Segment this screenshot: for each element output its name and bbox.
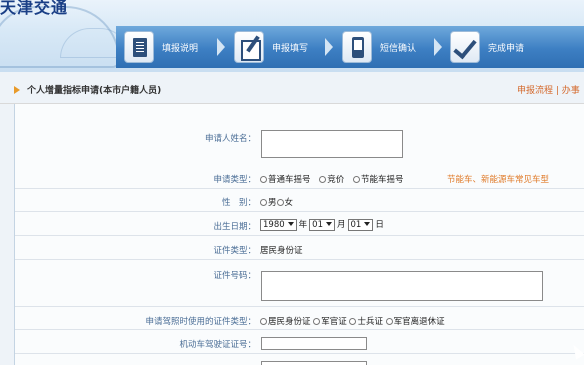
row-license-id-type: 申请驾照时使用的证件类型： 居民身份证 军官证 士兵证 军官离退休证: [15, 307, 584, 330]
license-id-type-options: 居民身份证 军官证 士兵证 军官离退休证: [260, 315, 445, 327]
step-label: 短信确认: [380, 44, 417, 54]
site-logo: 天津交通: [0, 0, 69, 17]
row-birth-date: 出生日期： 1980 年 01 月 01 日: [15, 212, 584, 236]
radio-option[interactable]: 士兵证: [349, 317, 383, 327]
radio-label: 普通车摇号: [268, 175, 311, 185]
radio-button[interactable]: [260, 318, 267, 325]
radio-label: 军官离退休证: [393, 317, 445, 327]
radio-button[interactable]: [260, 199, 267, 206]
application-type-options: 普通车摇号 竞价 节能车摇号: [260, 173, 409, 185]
birth-date-selects: 1980 年 01 月 01 日: [260, 218, 386, 231]
process-link[interactable]: 申报流程 | 办事: [517, 83, 580, 96]
radio-label: 节能车摇号: [360, 175, 404, 185]
section-header: 个人增量指标申请(本市户籍人员) 申报流程 | 办事: [0, 80, 584, 100]
row-application-type: 申请类型： 普通车摇号 竞价 节能车摇号 节能车、新能源车常见车型: [15, 164, 584, 189]
birth-date-label: 出生日期：: [213, 222, 256, 232]
radio-option[interactable]: 节能车摇号: [352, 175, 404, 185]
radio-label: 居民身份证: [268, 317, 311, 327]
radio-label: 男: [268, 198, 277, 208]
form-left-border: [14, 104, 15, 365]
radio-option[interactable]: 男: [260, 198, 277, 208]
step-label: 填报说明: [162, 44, 199, 54]
radio-button[interactable]: [313, 318, 321, 325]
application-form: 申请人姓名： 申请类型： 普通车摇号 竞价 节能车摇号 节能车、新能源车常见车型…: [15, 104, 584, 365]
select-value: 01: [312, 219, 323, 230]
radio-option[interactable]: 女: [276, 198, 294, 208]
step-arrow-icon: [434, 38, 442, 56]
radio-option[interactable]: 普通车摇号: [260, 175, 311, 185]
radio-option[interactable]: 军官离退休证: [385, 317, 445, 327]
edit-form-icon: [234, 31, 264, 63]
radio-label: 竞价: [327, 175, 345, 185]
row-next-partial: [15, 354, 584, 365]
license-number-input[interactable]: [261, 337, 367, 350]
radio-option[interactable]: 居民身份证: [260, 317, 311, 327]
birth-month-select[interactable]: 01: [309, 218, 335, 231]
radio-label: 女: [284, 198, 294, 208]
unit-label: 月: [336, 220, 346, 230]
radio-button[interactable]: [352, 176, 360, 183]
applicant-name-label: 申请人姓名：: [204, 134, 256, 144]
header-banner: 天津交通 填报说明 申报填写 短信确认 完成申请: [0, 0, 584, 72]
mobile-phone-icon: [342, 31, 372, 63]
progress-steps: 填报说明 申报填写 短信确认 完成申请: [116, 26, 584, 68]
radio-option[interactable]: 军官证: [313, 317, 347, 327]
radio-button[interactable]: [349, 318, 357, 325]
id-type-label: 证件类型：: [213, 246, 256, 256]
license-number-label: 机动车驾驶证证号：: [179, 340, 256, 350]
step-label: 申报填写: [272, 44, 309, 54]
row-id-type: 证件类型： 居民身份证: [15, 236, 584, 260]
radio-button[interactable]: [260, 176, 267, 183]
chevron-down-icon: [364, 221, 371, 226]
radio-option[interactable]: 竞价: [319, 175, 344, 185]
id-type-value: 居民身份证: [260, 246, 303, 256]
gender-label: 性 别：: [221, 198, 256, 208]
birth-day-select[interactable]: 01: [347, 218, 374, 231]
unit-label: 日: [375, 220, 384, 230]
energy-saving-hint-link[interactable]: 节能车、新能源车常见车型: [447, 173, 549, 185]
step-label: 完成申请: [488, 44, 525, 54]
radio-button[interactable]: [319, 176, 327, 183]
step-arrow-icon: [217, 38, 225, 56]
unit-label: 年: [298, 220, 308, 230]
application-type-label: 申请类型：: [213, 175, 256, 185]
id-number-input[interactable]: [261, 271, 543, 301]
chevron-down-icon: [325, 221, 332, 226]
radio-label: 士兵证: [357, 317, 383, 327]
gender-options: 男女: [260, 196, 293, 208]
select-value: 01: [350, 219, 362, 230]
row-id-number: 证件号码：: [15, 260, 584, 307]
radio-button[interactable]: [276, 199, 284, 206]
birth-year-select[interactable]: 1980: [260, 218, 297, 231]
page-title: 个人增量指标申请(本市户籍人员): [27, 86, 162, 96]
document-icon: [124, 31, 154, 63]
bullet-arrow-icon: [14, 86, 20, 94]
checkmark-icon: [450, 31, 480, 63]
chevron-down-icon: [287, 221, 294, 226]
select-value: 1980: [263, 219, 285, 230]
row-gender: 性 别： 男女: [15, 189, 584, 212]
row-license-number: 机动车驾驶证证号：: [15, 330, 584, 354]
license-id-type-label: 申请驾照时使用的证件类型：: [145, 317, 256, 327]
radio-label: 军官证: [321, 317, 347, 327]
applicant-name-input[interactable]: [261, 130, 403, 158]
next-field-input[interactable]: [261, 361, 367, 365]
id-number-label: 证件号码：: [213, 271, 256, 281]
radio-button[interactable]: [385, 318, 393, 325]
step-arrow-icon: [325, 38, 333, 56]
row-applicant-name: 申请人姓名：: [15, 114, 584, 164]
